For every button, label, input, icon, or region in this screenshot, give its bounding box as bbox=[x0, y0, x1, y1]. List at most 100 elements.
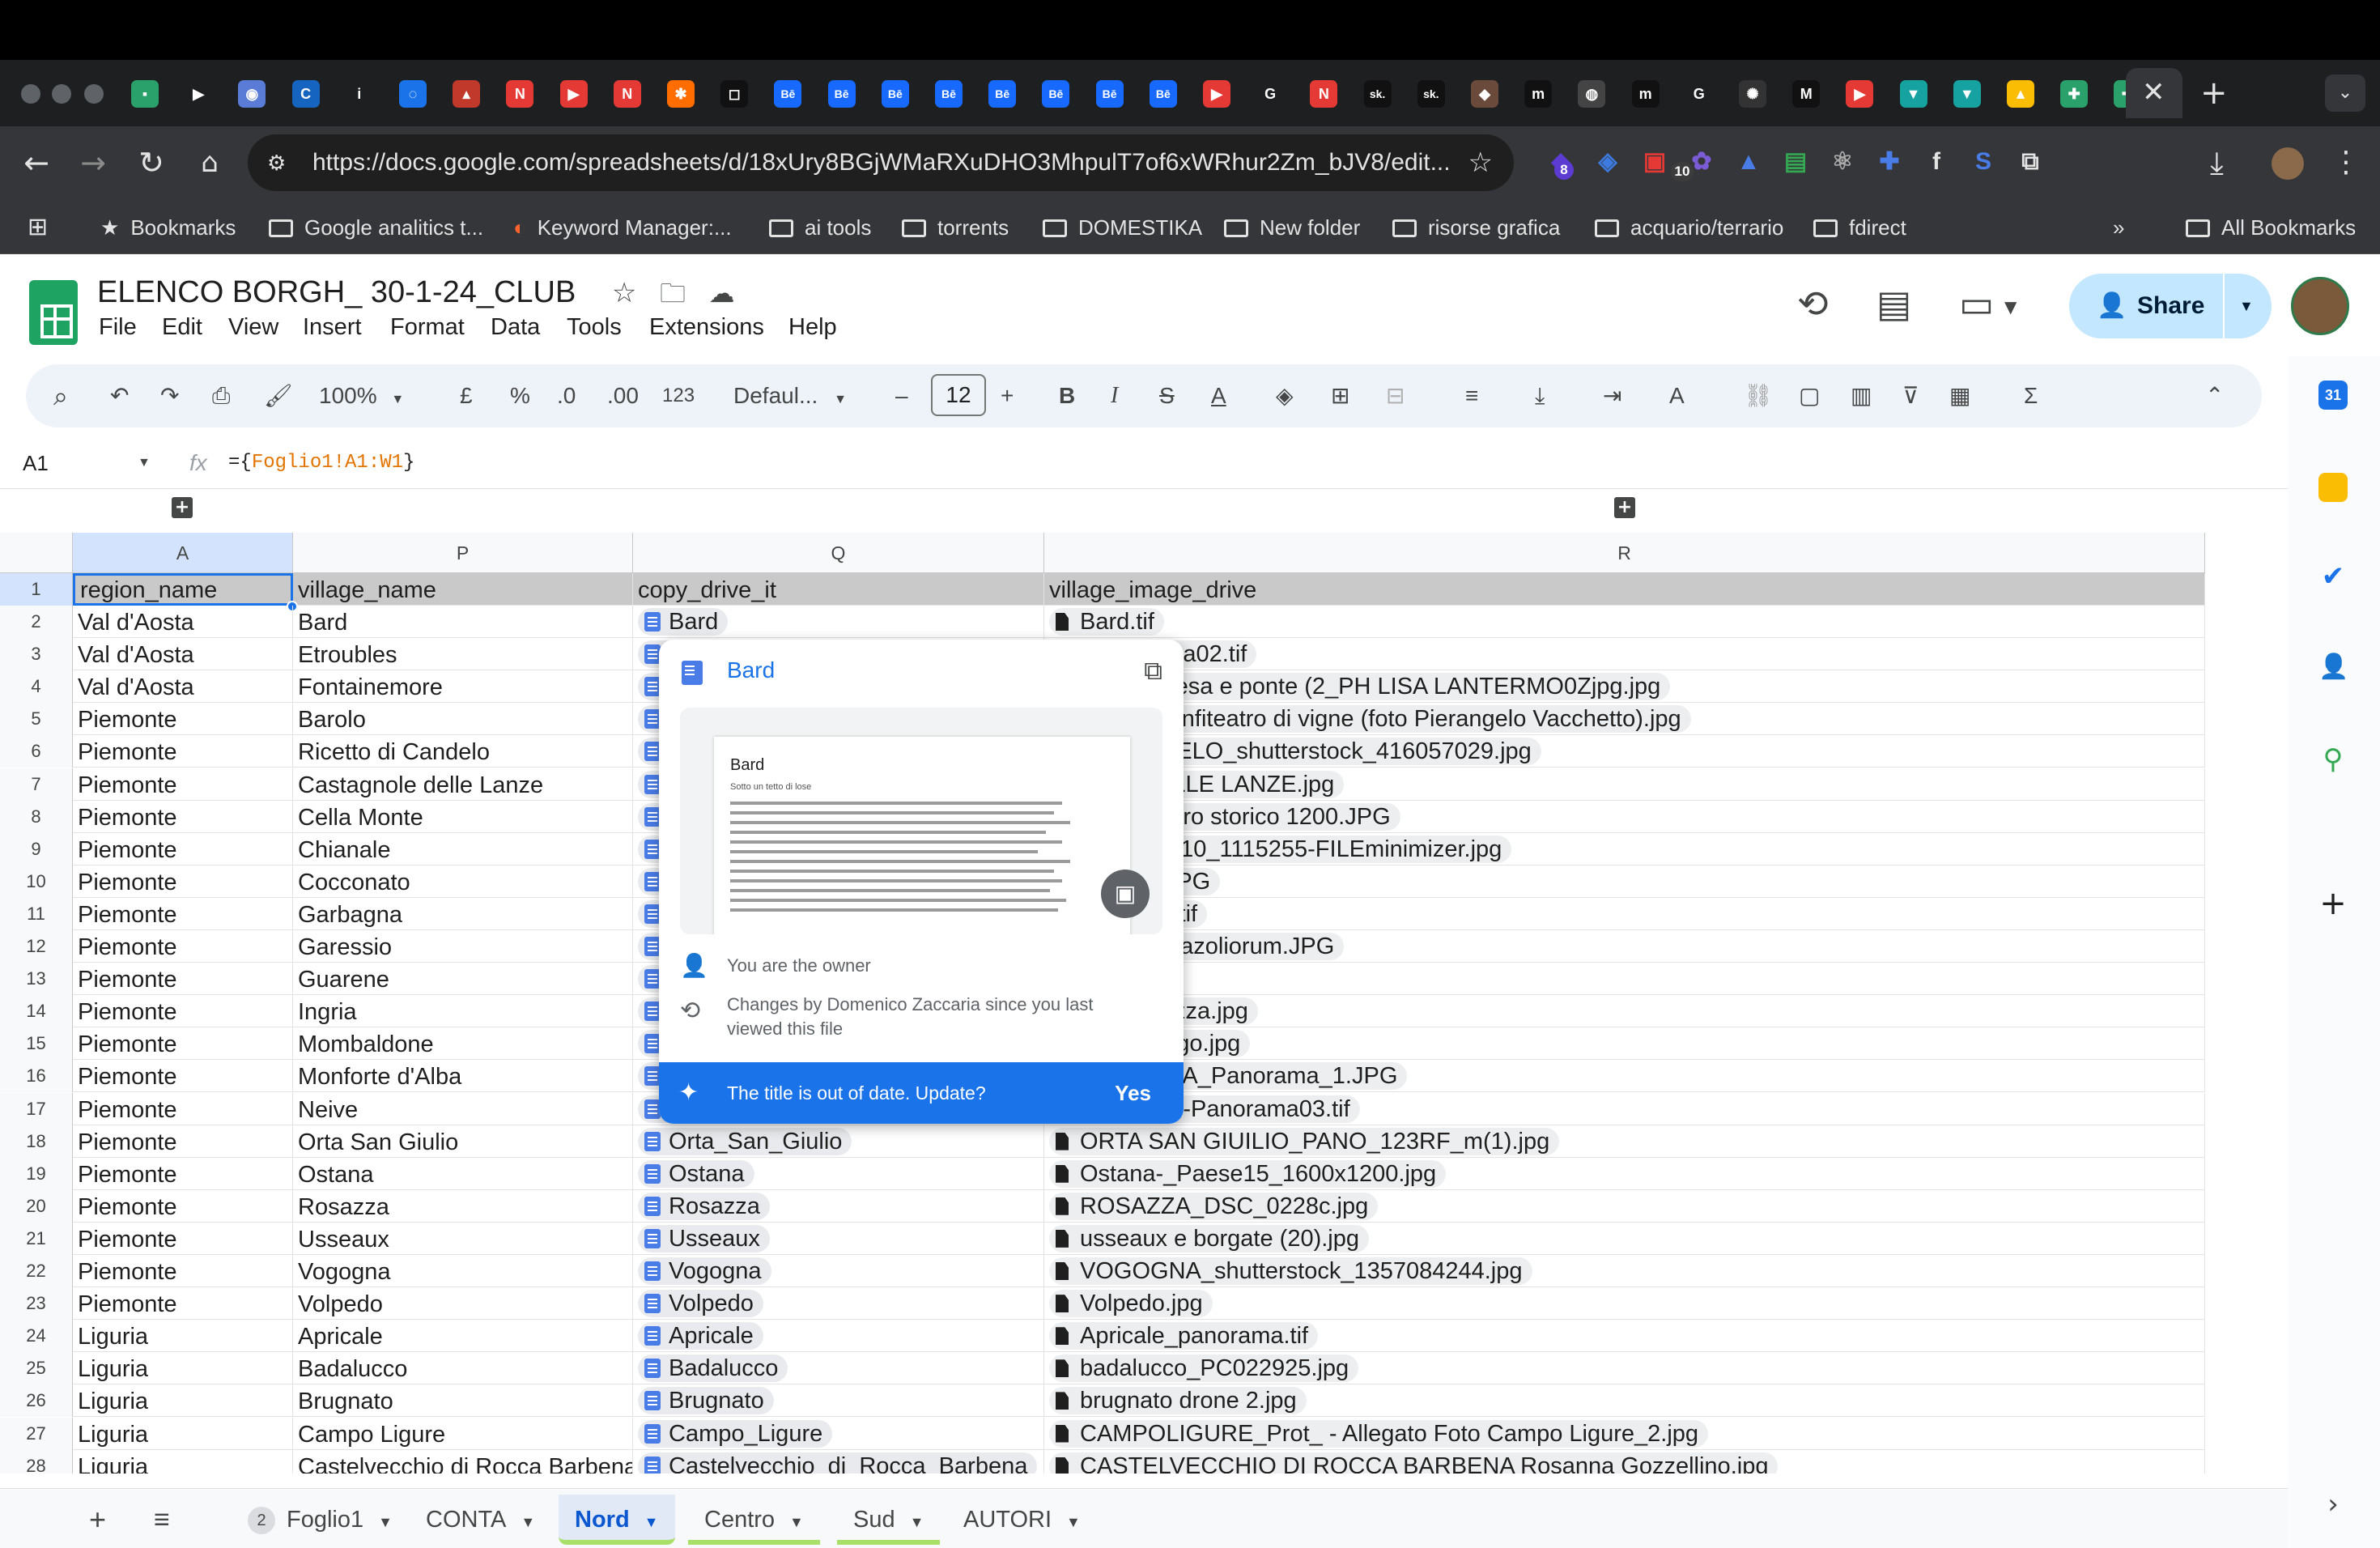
menu-view[interactable]: View bbox=[228, 314, 278, 341]
bookmark-item[interactable]: ai tools bbox=[769, 201, 871, 254]
region-cell[interactable]: Piemonte bbox=[73, 1222, 293, 1255]
tab-favicon-icon[interactable]: Bē bbox=[1042, 80, 1070, 108]
text-wrapping-icon[interactable]: ⇥ bbox=[1603, 377, 1621, 415]
undo-icon[interactable]: ↶ bbox=[110, 377, 129, 415]
vertical-align-icon[interactable]: ⤓ bbox=[1535, 377, 1545, 415]
village-cell[interactable]: Garbagna bbox=[293, 897, 633, 930]
merge-cells-icon[interactable]: ⊟ bbox=[1386, 377, 1405, 415]
doc-smart-chip[interactable]: Castelvecchio_di_Rocca_Barbena bbox=[638, 1452, 1038, 1474]
doc-link-cell[interactable]: Vogogna bbox=[633, 1255, 1044, 1287]
image-link-cell[interactable]: IOLE DELLE LANZE.jpg bbox=[1044, 768, 2205, 801]
village-cell[interactable]: Orta San Giulio bbox=[293, 1125, 633, 1158]
tab-favicon-icon[interactable]: ▼ bbox=[1899, 80, 1927, 108]
region-cell[interactable]: Liguria bbox=[73, 1417, 293, 1450]
table-row[interactable]: 23 Piemonte Volpedo Volpedo Volpedo.jpg bbox=[0, 1287, 2205, 1320]
user-avatar[interactable] bbox=[2291, 277, 2349, 335]
tab-favicon-icon[interactable]: ✚ bbox=[2060, 80, 2089, 108]
sheets-logo-icon[interactable] bbox=[29, 280, 78, 345]
village-cell[interactable]: Guarene bbox=[293, 963, 633, 996]
sheet-tab-autori[interactable]: AUTORI ▼ bbox=[947, 1495, 1097, 1545]
maps-icon[interactable]: ⚲ bbox=[2318, 745, 2348, 774]
tab-favicon-icon[interactable]: Bē bbox=[1149, 80, 1177, 108]
percent-format-button[interactable]: % bbox=[510, 377, 530, 415]
close-tab-icon[interactable]: ✕ bbox=[2142, 74, 2165, 110]
tab-favicon-icon[interactable]: ▶ bbox=[1203, 80, 1230, 108]
menu-format[interactable]: Format bbox=[390, 314, 465, 341]
image-link-cell[interactable]: Volpedo.jpg bbox=[1044, 1287, 2205, 1320]
share-button[interactable]: 👤 Share ▼ bbox=[2069, 274, 2272, 338]
table-row[interactable]: 20 Piemonte Rosazza Rosazza ROSAZZA_DSC_0228… bbox=[0, 1189, 2205, 1223]
tab-search-icon[interactable]: ⌄ bbox=[2325, 74, 2365, 112]
village-cell[interactable]: Neive bbox=[293, 1092, 633, 1125]
tab-favicon-icon[interactable]: ▶ bbox=[1846, 80, 1874, 108]
borders-icon[interactable]: ⊞ bbox=[1331, 377, 1349, 415]
tab-favicon-icon[interactable]: Bē bbox=[988, 80, 1017, 108]
tab-favicon-icon[interactable]: sk. bbox=[1417, 80, 1445, 108]
sheet-tab-foglio1[interactable]: 2 Foglio1 ▼ bbox=[232, 1495, 409, 1545]
search-menus-icon[interactable]: ⌕ bbox=[53, 377, 68, 415]
row-number[interactable]: 14 bbox=[0, 995, 73, 1028]
tab-favicon-icon[interactable]: ▶ bbox=[185, 80, 212, 108]
row-number[interactable]: 5 bbox=[0, 703, 73, 736]
decrease-decimal-button[interactable]: .0 bbox=[557, 377, 576, 415]
tab-favicon-icon[interactable]: G bbox=[1256, 80, 1284, 108]
region-cell[interactable]: Piemonte bbox=[73, 963, 293, 996]
bookmark-star-icon[interactable]: ☆ bbox=[1468, 134, 1493, 191]
region-cell[interactable]: Piemonte bbox=[73, 768, 293, 801]
horizontal-align-icon[interactable]: ≡ bbox=[1465, 377, 1478, 415]
village-cell[interactable]: Monforte d'Alba bbox=[293, 1060, 633, 1093]
doc-smart-chip[interactable]: Campo_Ligure bbox=[638, 1419, 833, 1448]
file-smart-chip[interactable]: CAMPOLIGURE_Prot_ - Allegato Foto Campo … bbox=[1049, 1419, 1709, 1448]
row-number[interactable]: 24 bbox=[0, 1320, 73, 1353]
doc-link-cell[interactable]: Rosazza bbox=[633, 1189, 1044, 1223]
row-number[interactable]: 25 bbox=[0, 1352, 73, 1385]
row-number[interactable]: 11 bbox=[0, 897, 73, 930]
text-color-icon[interactable]: A bbox=[1211, 377, 1226, 415]
row-number[interactable]: 3 bbox=[0, 638, 73, 671]
home-icon[interactable]: ⌂ bbox=[191, 144, 228, 181]
calendar-icon[interactable]: 31 bbox=[2318, 381, 2348, 410]
doc-smart-chip[interactable]: Rosazza bbox=[638, 1192, 770, 1220]
row-number[interactable]: 2 bbox=[0, 606, 73, 638]
functions-icon[interactable]: Σ bbox=[2024, 377, 2038, 415]
menu-insert[interactable]: Insert bbox=[303, 314, 362, 341]
file-smart-chip[interactable]: ROSAZZA_DSC_0228c.jpg bbox=[1049, 1192, 1379, 1220]
name-box-dropdown-icon[interactable]: ▼ bbox=[138, 437, 151, 489]
region-cell[interactable]: Liguria bbox=[73, 1449, 293, 1474]
menu-file[interactable]: File bbox=[99, 314, 137, 341]
region-cell[interactable]: Piemonte bbox=[73, 1092, 293, 1125]
region-cell[interactable]: Piemonte bbox=[73, 1255, 293, 1287]
bookmark-item[interactable]: acquario/terrario bbox=[1595, 201, 1783, 254]
row-number[interactable]: 7 bbox=[0, 768, 73, 801]
tab-favicon-icon[interactable]: ▪ bbox=[131, 80, 159, 108]
table-row[interactable]: 24 Liguria Apricale Apricale Apricale_panora… bbox=[0, 1320, 2205, 1353]
image-link-cell[interactable]: usseaux e borgate (20).jpg bbox=[1044, 1222, 2205, 1255]
image-link-cell[interactable]: Apricale_panorama.tif bbox=[1044, 1320, 2205, 1353]
download-icon[interactable]: ⤓ bbox=[2210, 144, 2224, 181]
tab-favicon-icon[interactable]: Bē bbox=[774, 80, 802, 108]
extension-icon[interactable]: ◈ bbox=[1592, 146, 1624, 178]
insert-chart-icon[interactable]: ▥ bbox=[1851, 377, 1872, 415]
tab-favicon-icon[interactable]: ✺ bbox=[1739, 80, 1766, 108]
tab-menu-icon[interactable]: ▼ bbox=[910, 1514, 924, 1530]
image-link-cell[interactable]: TE D'ALBA_Panorama_1.JPG bbox=[1044, 1060, 2205, 1093]
increase-decimal-button[interactable]: .00 bbox=[607, 377, 639, 415]
image-link-cell[interactable]: NA_apra.tif bbox=[1044, 897, 2205, 930]
doc-link-cell[interactable]: Castelvecchio_di_Rocca_Barbena bbox=[633, 1449, 1044, 1474]
file-smart-chip[interactable]: VOGOGNA_shutterstock_1357084244.jpg bbox=[1049, 1257, 1532, 1285]
minimize-window-icon[interactable] bbox=[52, 84, 71, 104]
table-row[interactable]: 19 Piemonte Ostana Ostana Ostana-_Paese15_16… bbox=[0, 1157, 2205, 1190]
sheet-tab-sud[interactable]: Sud ▼ bbox=[837, 1495, 941, 1545]
menu-edit[interactable]: Edit bbox=[162, 314, 202, 341]
extension-icon[interactable]: ✚ bbox=[1873, 146, 1906, 178]
contacts-icon[interactable]: 👤 bbox=[2318, 653, 2348, 682]
image-link-cell[interactable]: VOGOGNA_shutterstock_1357084244.jpg bbox=[1044, 1255, 2205, 1287]
row-number[interactable]: 1 bbox=[0, 573, 73, 606]
file-smart-chip[interactable]: ORTA SAN GIUILIO_PANO_123RF_m(1).jpg bbox=[1049, 1127, 1560, 1155]
doc-link-cell[interactable]: Apricale bbox=[633, 1320, 1044, 1353]
image-link-cell[interactable]: _Porta_Liazoliorum.JPG bbox=[1044, 930, 2205, 963]
row-number[interactable]: 6 bbox=[0, 735, 73, 768]
region-cell[interactable]: Piemonte bbox=[73, 1060, 293, 1093]
tab-favicon-icon[interactable]: ◌ bbox=[399, 80, 427, 108]
image-link-cell[interactable]: E1.jpg bbox=[1044, 963, 2205, 996]
